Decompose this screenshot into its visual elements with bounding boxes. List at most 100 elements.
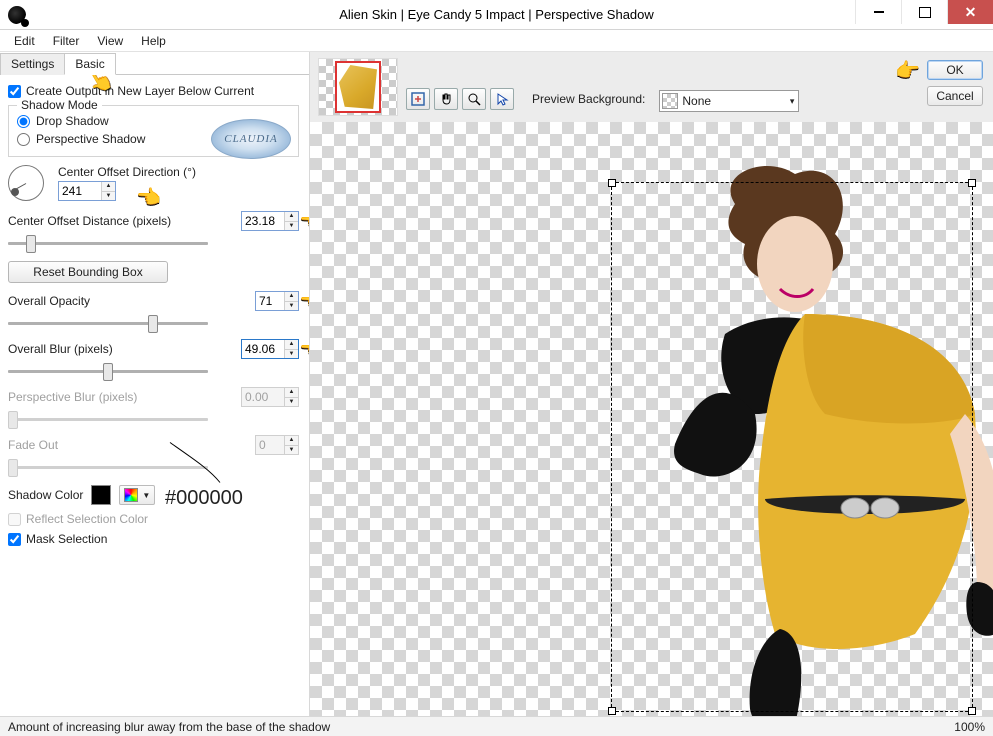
perspective-blur-label: Perspective Blur (pixels) — [8, 390, 137, 404]
create-output-checkbox[interactable] — [8, 85, 21, 98]
create-output-label: Create Output in New Layer Below Current — [26, 84, 254, 98]
radio-perspective-shadow-label: Perspective Shadow — [36, 132, 145, 146]
preview-bg-select[interactable]: None ▾ — [659, 90, 799, 112]
radio-drop-shadow[interactable] — [17, 115, 30, 128]
hex-note: #000000 — [165, 487, 243, 510]
fit-view-icon — [411, 92, 425, 106]
menu-filter[interactable]: Filter — [45, 32, 88, 50]
selection-handle-tr[interactable] — [968, 179, 976, 187]
ok-button[interactable]: OK — [927, 60, 983, 80]
transparent-sample-icon — [662, 93, 678, 109]
selection-handle-tl[interactable] — [608, 179, 616, 187]
selection-handle-bl[interactable] — [608, 707, 616, 715]
reflect-selection-checkbox — [8, 513, 21, 526]
fade-out-slider — [8, 459, 208, 477]
center-offset-dist-slider[interactable] — [8, 235, 208, 253]
shadow-color-picker-button[interactable]: ▼ — [119, 485, 155, 505]
fade-out-spin: ▲ ▼ — [255, 435, 299, 455]
dir-step-up[interactable]: ▲ — [102, 182, 115, 192]
menu-help[interactable]: Help — [133, 32, 174, 50]
menubar: Edit Filter View Help — [0, 30, 993, 52]
selection-handle-br[interactable] — [968, 707, 976, 715]
minimize-button[interactable] — [855, 0, 901, 24]
pointer-icon: 👈 — [299, 209, 309, 234]
hand-icon — [439, 92, 453, 106]
blur-step-down[interactable]: ▼ — [285, 350, 298, 359]
overall-opacity-spin: ▲ ▼ — [255, 291, 299, 311]
layer-thumbnail-strip[interactable] — [318, 58, 398, 116]
tab-basic[interactable]: Basic — [64, 53, 115, 75]
overall-blur-input[interactable] — [242, 341, 284, 357]
dir-step-down[interactable]: ▼ — [102, 192, 115, 201]
window-controls — [855, 0, 993, 24]
cursor-icon — [495, 92, 509, 106]
shadow-color-label: Shadow Color — [8, 488, 83, 502]
direction-dial[interactable] — [8, 165, 44, 201]
pointer-icon: 👈 — [299, 289, 309, 314]
overall-blur-spin: ▲ ▼ — [241, 339, 299, 359]
center-offset-dir-spin: ▲ ▼ — [58, 181, 116, 201]
main-area: Settings Basic Create Output in New Laye… — [0, 52, 993, 716]
status-help-text: Amount of increasing blur away from the … — [8, 720, 330, 734]
dist-step-up[interactable]: ▲ — [285, 212, 298, 222]
tab-settings[interactable]: Settings — [0, 53, 65, 75]
opacity-step-up[interactable]: ▲ — [285, 292, 298, 302]
preview-bg-value: None — [682, 94, 711, 108]
shadow-color-swatch[interactable] — [91, 485, 111, 505]
overall-blur-slider[interactable] — [8, 363, 208, 381]
reflect-selection-label: Reflect Selection Color — [26, 512, 148, 526]
mask-selection-label: Mask Selection — [26, 532, 107, 546]
blur-step-up[interactable]: ▲ — [285, 340, 298, 350]
shadow-mode-legend: Shadow Mode — [17, 98, 102, 112]
window-title: Alien Skin | Eye Candy 5 Impact | Perspe… — [0, 7, 993, 22]
perspective-blur-slider — [8, 411, 208, 429]
menu-edit[interactable]: Edit — [6, 32, 43, 50]
fit-view-button[interactable] — [406, 88, 430, 110]
perspective-blur-spin: ▲ ▼ — [241, 387, 299, 407]
preview-bg-label: Preview Background: — [532, 92, 645, 106]
fade-out-input — [256, 437, 284, 453]
fade-out-label: Fade Out — [8, 438, 58, 452]
selection-box[interactable] — [611, 182, 973, 712]
radio-perspective-shadow[interactable] — [17, 133, 30, 146]
status-zoom: 100% — [954, 720, 985, 734]
fade-step-down: ▼ — [285, 446, 298, 455]
center-offset-dir-input[interactable] — [59, 183, 101, 199]
magnifier-icon — [467, 92, 481, 106]
maximize-button[interactable] — [901, 0, 947, 24]
pan-button[interactable] — [434, 88, 458, 110]
fade-step-up: ▲ — [285, 436, 298, 446]
radio-drop-shadow-label: Drop Shadow — [36, 114, 109, 128]
menu-view[interactable]: View — [89, 32, 131, 50]
zoom-button[interactable] — [462, 88, 486, 110]
palette-icon — [124, 488, 138, 502]
dist-step-down[interactable]: ▼ — [285, 222, 298, 231]
right-panel: Preview Background: None ▾ OK 👉 Cancel — [310, 52, 993, 716]
center-offset-dist-spin: ▲ ▼ — [241, 211, 299, 231]
panel-body: Create Output in New Layer Below Current… — [0, 75, 309, 716]
selected-thumbnail[interactable] — [335, 61, 381, 113]
cancel-button[interactable]: Cancel — [927, 86, 983, 106]
center-offset-dir-label: Center Offset Direction (°) — [58, 165, 196, 179]
tabs: Settings Basic — [0, 52, 309, 75]
dialog-buttons: OK 👉 Cancel — [927, 60, 983, 106]
preview-toolbar: Preview Background: None ▾ OK 👉 Cancel — [310, 52, 993, 122]
titlebar: Alien Skin | Eye Candy 5 Impact | Perspe… — [0, 0, 993, 30]
reset-bounding-box-button[interactable]: Reset Bounding Box — [8, 261, 168, 283]
chevron-down-icon: ▾ — [790, 96, 795, 107]
pblur-step-up: ▲ — [285, 388, 298, 398]
perspective-blur-input — [242, 389, 284, 405]
overall-opacity-slider[interactable] — [8, 315, 208, 333]
left-panel: Settings Basic Create Output in New Laye… — [0, 52, 310, 716]
center-offset-dist-label: Center Offset Distance (pixels) — [8, 214, 171, 228]
preview-canvas[interactable] — [310, 122, 993, 716]
claudia-badge-text: CLAUDIA — [224, 133, 277, 145]
mask-selection-checkbox[interactable] — [8, 533, 21, 546]
center-offset-dist-input[interactable] — [242, 213, 284, 229]
close-button[interactable] — [947, 0, 993, 24]
pointer-icon: 👉 — [895, 58, 920, 83]
overall-opacity-input[interactable] — [256, 293, 284, 309]
statusbar: Amount of increasing blur away from the … — [0, 716, 993, 736]
pointer-button[interactable] — [490, 88, 514, 110]
opacity-step-down[interactable]: ▼ — [285, 302, 298, 311]
